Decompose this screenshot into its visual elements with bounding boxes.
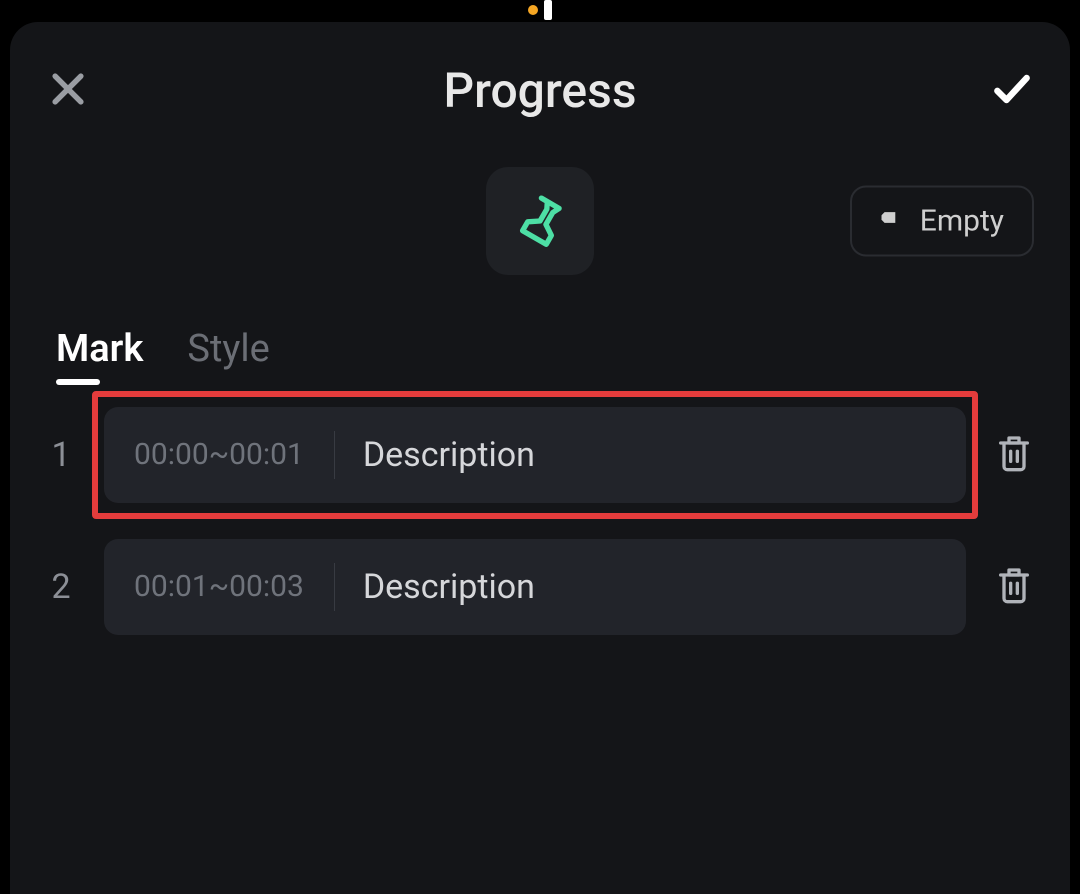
- eraser-icon: [880, 204, 906, 239]
- tab-style[interactable]: Style: [187, 327, 269, 379]
- description-input[interactable]: Description: [335, 435, 966, 475]
- empty-button-label: Empty: [920, 204, 1004, 239]
- delete-button[interactable]: [994, 564, 1034, 610]
- tool-row: Empty: [46, 167, 1034, 275]
- dot-indicator: [528, 5, 538, 15]
- mark-card[interactable]: 00:01~00:03 Description: [104, 539, 966, 635]
- mark-card[interactable]: 00:00~00:01 Description: [104, 407, 966, 503]
- row-index: 1: [46, 435, 76, 475]
- description-input[interactable]: Description: [335, 567, 966, 607]
- panel-header: Progress: [46, 62, 1034, 119]
- delete-button[interactable]: [994, 432, 1034, 478]
- confirm-button[interactable]: [990, 67, 1034, 115]
- row-index: 2: [46, 567, 76, 607]
- close-button[interactable]: [46, 67, 90, 115]
- mark-row: 1 00:00~00:01 Description: [46, 407, 1034, 503]
- progress-panel: Progress Empty Mark Style 1: [10, 22, 1070, 894]
- tab-mark[interactable]: Mark: [56, 327, 143, 379]
- time-range[interactable]: 00:00~00:01: [134, 431, 335, 479]
- bar-indicator: [544, 0, 552, 20]
- tabs: Mark Style: [46, 327, 1034, 379]
- pin-button[interactable]: [486, 167, 594, 275]
- status-indicator: [528, 0, 552, 20]
- time-range[interactable]: 00:01~00:03: [134, 563, 335, 611]
- mark-row: 2 00:01~00:03 Description: [46, 539, 1034, 635]
- mark-rows: 1 00:00~00:01 Description 2: [46, 407, 1034, 635]
- empty-button[interactable]: Empty: [850, 186, 1034, 257]
- panel-title: Progress: [443, 62, 636, 119]
